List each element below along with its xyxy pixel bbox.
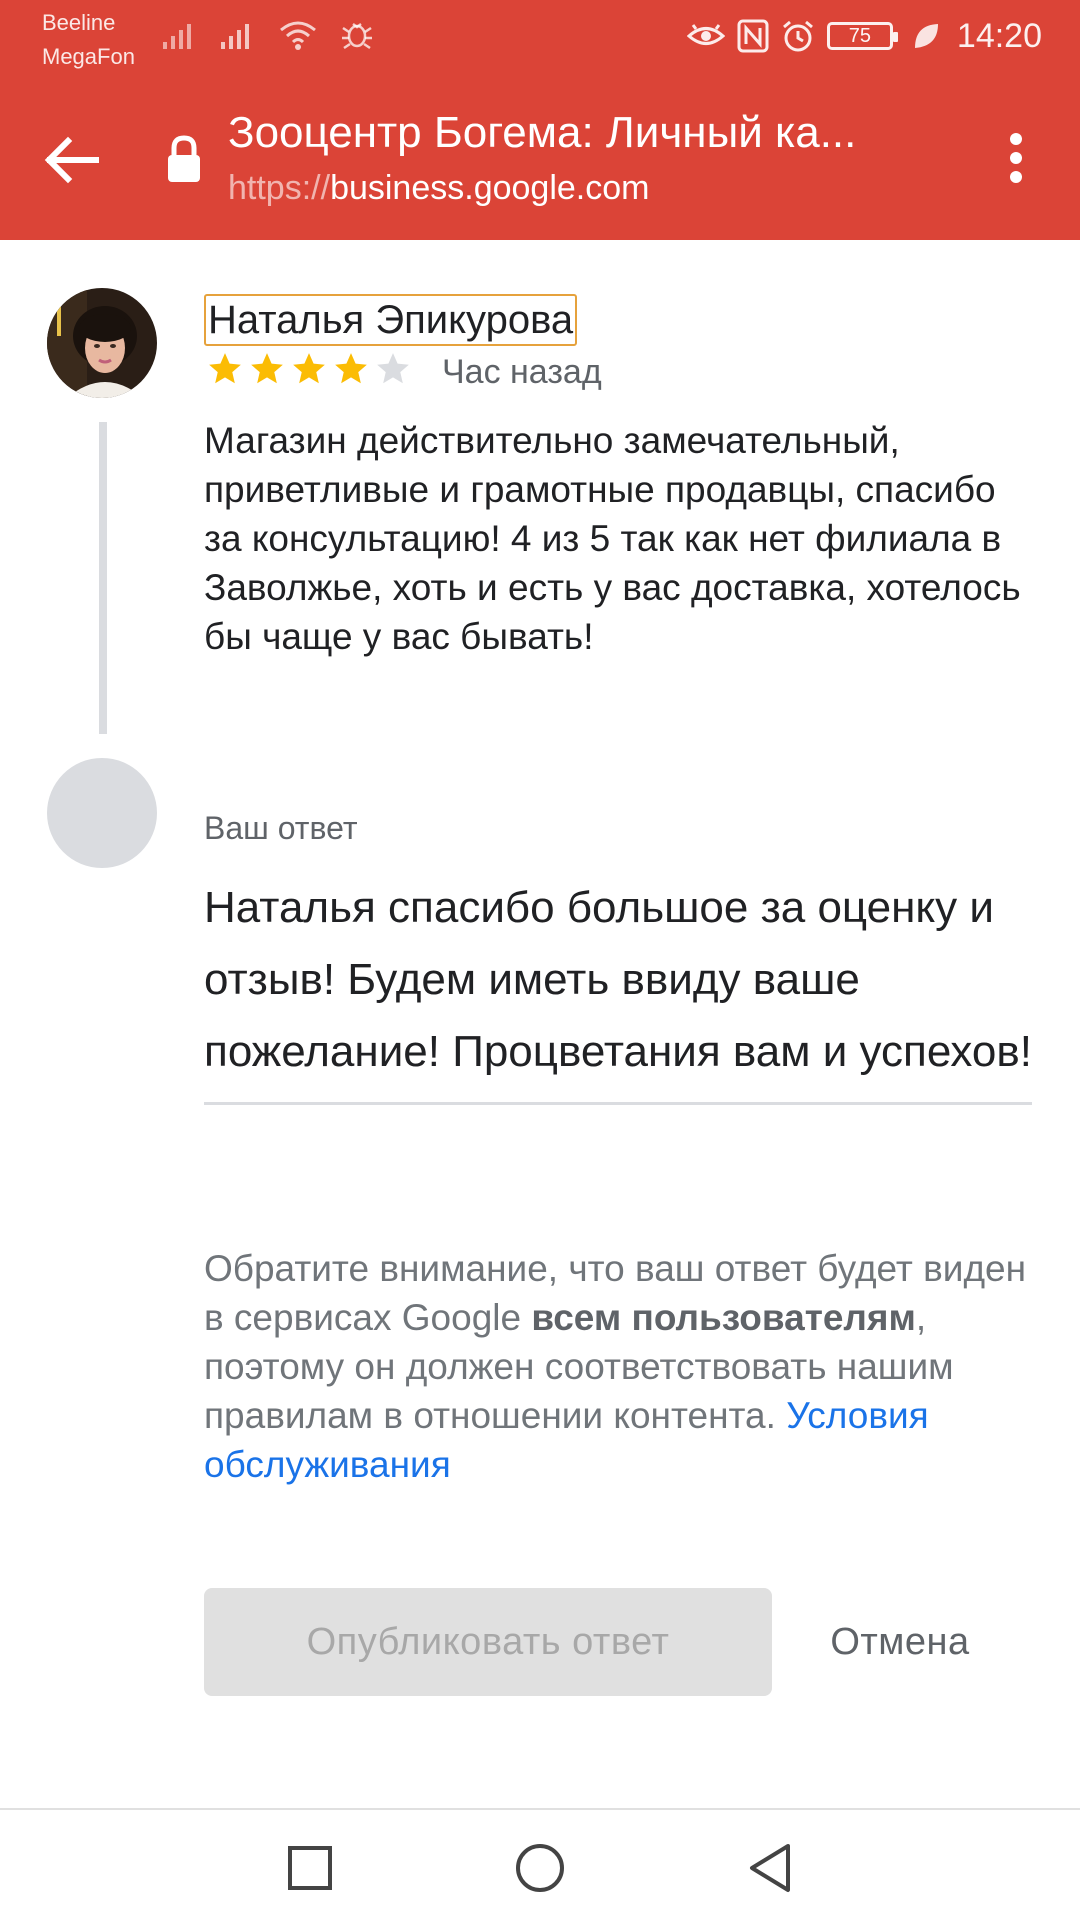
leaf-icon: [914, 24, 938, 48]
avatar-photo: [47, 288, 157, 398]
url-host: business.google.com: [330, 169, 650, 207]
review-text: Магазин действительно замечательный, при…: [204, 420, 1021, 657]
triangle-icon: [750, 1844, 790, 1892]
publish-reply-button[interactable]: Опубликовать ответ: [204, 1588, 772, 1696]
signal-icon: [221, 24, 249, 49]
carrier-2: MegaFon: [42, 44, 135, 69]
eye-icon: [686, 24, 725, 45]
rating-stars: [206, 350, 412, 388]
circle-icon: [516, 1844, 564, 1892]
wifi-icon: [280, 21, 316, 50]
square-icon: [288, 1846, 332, 1890]
owner-avatar-placeholder: [47, 758, 157, 868]
reply-label: Ваш ответ: [204, 810, 358, 846]
nav-back-button[interactable]: [740, 1838, 800, 1898]
cancel-button[interactable]: Отмена: [800, 1588, 1000, 1696]
system-nav-bar: [0, 1808, 1080, 1922]
star-icon: [293, 353, 325, 384]
star-icon: [209, 353, 241, 384]
alarm-icon: [782, 20, 813, 52]
status-left-icons: [162, 18, 374, 52]
back-button[interactable]: [40, 128, 104, 192]
battery-indicator: 75: [826, 22, 898, 50]
more-vert-icon: [1010, 133, 1022, 183]
review-time: Час назад: [442, 353, 602, 391]
reviewer-avatar: [47, 288, 157, 398]
nfc-icon: [737, 19, 769, 53]
bug-icon: [342, 23, 372, 50]
nav-home-button[interactable]: [510, 1838, 570, 1898]
status-right-icons: 75 14:20: [686, 16, 1042, 56]
lock-icon: [168, 135, 200, 182]
page-title: Зооцентр Богема: Личный ка...: [228, 108, 857, 157]
star-icon: [251, 353, 283, 384]
thread-line: [99, 422, 107, 734]
menu-button[interactable]: [988, 122, 1044, 194]
page-url[interactable]: https://business.google.com: [228, 166, 649, 210]
battery-level: 75: [848, 24, 872, 47]
url-scheme: https://: [228, 169, 331, 207]
reply-textarea[interactable]: Наталья спасибо большое за оценку и отзы…: [204, 872, 1032, 1105]
nav-recents-button[interactable]: [280, 1838, 340, 1898]
policy-notice: Обратите внимание, что ваш ответ будет в…: [204, 1244, 1034, 1489]
notice-bold: всем пользователям: [531, 1297, 916, 1338]
star-icon: [335, 353, 367, 384]
top-bar: Beeline MegaFon 75 14:20 Зооцентр Богема…: [0, 0, 1080, 240]
carrier-1: Beeline: [42, 10, 116, 35]
reviewer-name[interactable]: Наталья Эпикурова: [204, 294, 578, 346]
star-icon: [377, 353, 409, 384]
signal-icon: [163, 24, 191, 49]
arrow-back-icon: [44, 136, 99, 184]
status-time: 14:20: [956, 17, 1042, 55]
carrier-names: Beeline MegaFon: [42, 6, 135, 74]
